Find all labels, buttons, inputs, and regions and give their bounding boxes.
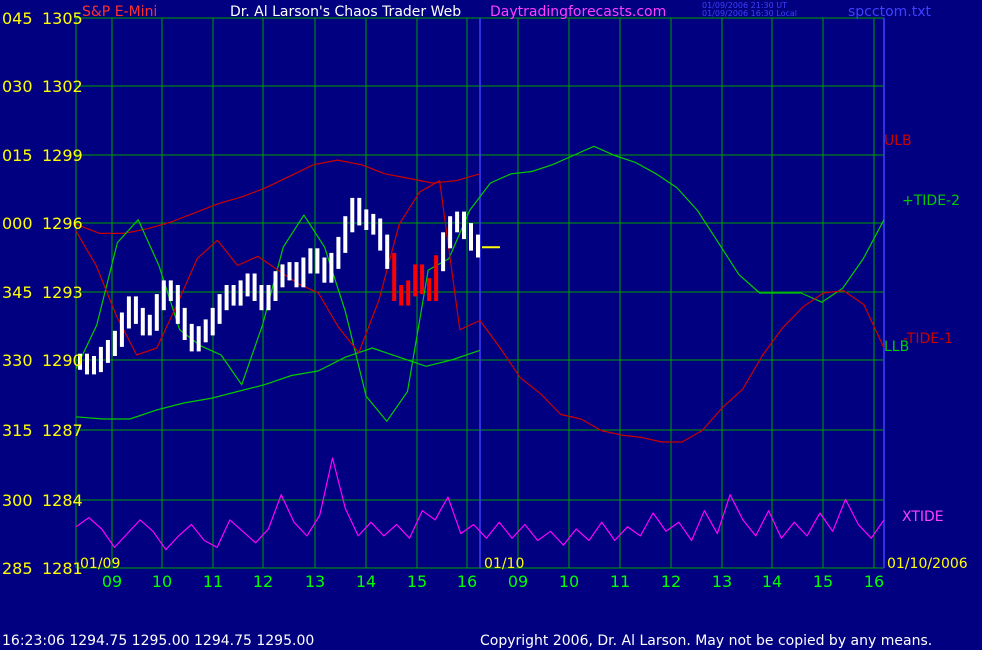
x-tick-label: 11: [610, 572, 630, 591]
header-title: Dr. Al Larson's Chaos Trader Web: [230, 4, 461, 20]
x-tick-label: 10: [152, 572, 172, 591]
y-angle-label: 045: [2, 9, 33, 28]
y-price-label: 1284: [42, 491, 83, 510]
x-tick-label: 12: [253, 572, 273, 591]
y-angle-label: 345: [2, 283, 33, 302]
x-tick-label: 15: [813, 572, 833, 591]
y-price-label: 1293: [42, 283, 83, 302]
y-angle-label: 015: [2, 146, 33, 165]
header-site-link[interactable]: Daytradingforecasts.com: [490, 4, 666, 20]
x-tick-label: 14: [356, 572, 376, 591]
y-angle-label: 300: [2, 491, 33, 510]
y-angle-label: 030: [2, 77, 33, 96]
x-tick-label: 13: [305, 572, 325, 591]
label-llb: LLB: [884, 339, 909, 355]
label-tide-minus1: -TIDE-1: [903, 331, 953, 347]
y-price-label: 1299: [42, 146, 83, 165]
y-angle-label: 330: [2, 351, 33, 370]
copyright-notice: Copyright 2006, Dr. Al Larson. May not b…: [480, 633, 933, 649]
x-tick-label: 09: [508, 572, 528, 591]
label-ulb: ULB: [884, 133, 912, 149]
y-price-label: 1290: [42, 351, 83, 370]
y-price-label: 1302: [42, 77, 83, 96]
date-label-now: 01/10: [484, 556, 524, 572]
y-axis-labels: 045 1305 030 1302 015 1299 000 1296 345 1293 330 12…: [2, 9, 83, 578]
x-tick-label: 13: [712, 572, 732, 591]
x-tick-label: 10: [559, 572, 579, 591]
header-file: spcctom.txt: [848, 4, 931, 20]
chart-canvas: 045 1305 030 1302 015 1299 000 1296 345 1293 330 12…: [0, 0, 982, 650]
y-angle-label: 315: [2, 421, 33, 440]
x-tick-label: 16: [864, 572, 884, 591]
header-symbol: S&P E-Mini: [82, 4, 157, 20]
y-price-label: 1305: [42, 9, 83, 28]
y-price-label: 1281: [42, 559, 83, 578]
plot-background: [0, 0, 982, 650]
label-tide-plus2: +TIDE-2: [902, 193, 960, 209]
header-stamp-local: 01/09/2006 16:30 Local: [702, 9, 797, 18]
y-angle-label: 285: [2, 559, 33, 578]
x-tick-label: 11: [203, 572, 223, 591]
y-angle-label: 000: [2, 214, 33, 233]
label-xtide: XTIDE: [902, 509, 944, 525]
date-label-start: 01/09: [80, 556, 120, 572]
status-readout: 16:23:06 1294.75 1295.00 1294.75 1295.00: [2, 633, 315, 649]
x-tick-label: 15: [407, 572, 427, 591]
x-tick-label: 12: [661, 572, 681, 591]
y-price-label: 1296: [42, 214, 83, 233]
x-tick-label: 16: [457, 572, 477, 591]
x-tick-label: 09: [102, 572, 122, 591]
x-tick-label: 14: [762, 572, 782, 591]
date-label-end: 01/10/2006: [887, 556, 968, 572]
y-price-label: 1287: [42, 421, 83, 440]
